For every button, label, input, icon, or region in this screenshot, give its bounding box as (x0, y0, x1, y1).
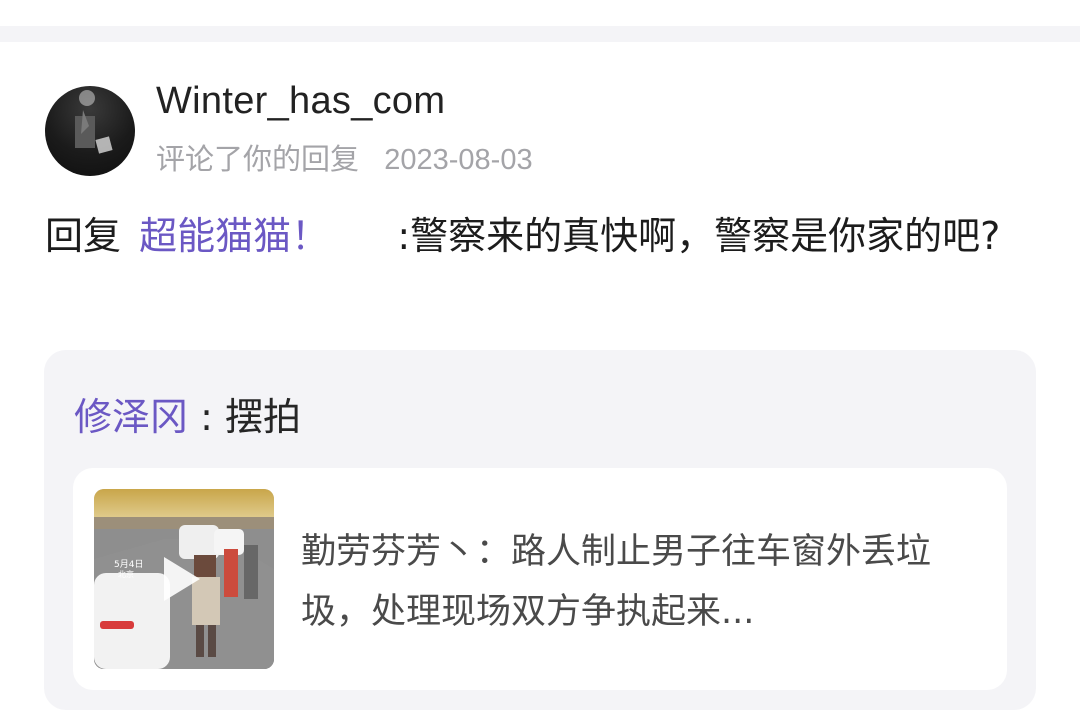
avatar[interactable] (45, 86, 135, 176)
video-thumbnail[interactable]: 5月4日 北京 (94, 489, 274, 669)
top-separator (0, 26, 1080, 42)
video-card[interactable]: 5月4日 北京 勤劳芬芳丶：路人制止男子往车窗外丢垃圾，处理现场双方争执起来..… (73, 468, 1007, 690)
username[interactable]: Winter_has_com (156, 80, 445, 123)
avatar-image (75, 90, 113, 154)
quoted-text: 摆拍 (225, 395, 302, 439)
quoted-line: 修泽冈 : 摆拍 (74, 386, 301, 441)
thumbnail-date: 5月4日 (114, 559, 143, 570)
comment-meta: 评论了你的回复 2023-08-03 (156, 136, 533, 178)
action-text: 评论了你的回复 (156, 142, 360, 176)
comment-content: :警察来的真快啊，警察是你家的吧? (397, 214, 1001, 258)
camera-icon (880, 650, 914, 684)
watermark-text: 川 (922, 654, 949, 685)
video-description: 勤劳芬芳丶：路人制止男子往车窗外丢垃圾，处理现场双方争执起来... (301, 532, 932, 632)
quoted-author[interactable]: 修泽冈 (74, 395, 188, 439)
thumbnail-location: 北京 (118, 569, 134, 579)
mention-link[interactable]: 超能猫猫！ (139, 214, 329, 258)
reply-prefix: 回复 (45, 214, 122, 258)
comment-body: 回复 超能猫猫！ :警察来的真快啊，警察是你家的吧? (45, 208, 1030, 264)
watermark: 川 (880, 648, 1040, 686)
video-thumbnail-image: 5月4日 北京 (94, 489, 274, 669)
timestamp: 2023-08-03 (384, 144, 533, 176)
quoted-separator: : (200, 395, 225, 439)
